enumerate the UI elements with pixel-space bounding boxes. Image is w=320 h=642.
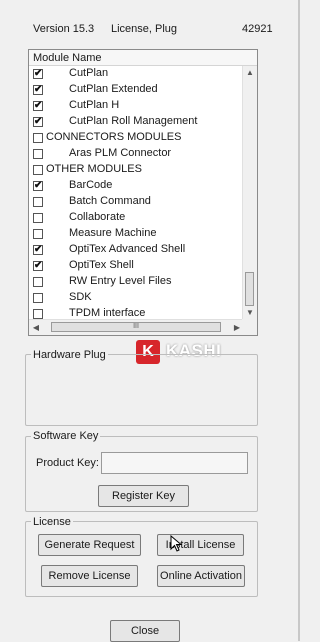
module-row[interactable]: OTHER MODULES <box>29 162 244 178</box>
horizontal-scroll-thumb[interactable]: III <box>51 322 221 332</box>
version-label: Version 15.3 <box>33 23 95 35</box>
module-checkbox[interactable]: ✔ <box>33 245 43 255</box>
module-label: BarCode <box>69 179 113 191</box>
scroll-up-icon[interactable]: ▲ <box>243 66 257 80</box>
module-row[interactable]: Aras PLM Connector <box>29 146 244 162</box>
module-label: CutPlan Roll Management <box>69 115 198 127</box>
checkmark-icon: ✔ <box>34 244 43 255</box>
register-key-button[interactable]: Register Key <box>98 485 189 507</box>
module-label: RW Entry Level Files <box>69 275 172 287</box>
product-key-label: Product Key: <box>36 457 99 469</box>
module-row[interactable]: ✔ BarCode <box>29 178 244 194</box>
module-row[interactable]: Batch Command <box>29 194 244 210</box>
hardware-plug-group <box>25 354 258 426</box>
module-row[interactable]: ✔ CutPlan Roll Management <box>29 114 244 130</box>
checkmark-icon: ✔ <box>34 260 43 271</box>
module-label: Batch Command <box>69 195 151 207</box>
module-row[interactable]: ✔ OptiTex Shell <box>29 258 244 274</box>
module-row[interactable]: ✔ CutPlan H <box>29 98 244 114</box>
generate-request-button[interactable]: Generate Request <box>38 534 141 556</box>
checkmark-icon: ✔ <box>34 116 43 127</box>
scroll-down-icon[interactable]: ▼ <box>243 306 257 320</box>
module-label: CutPlan H <box>69 99 120 111</box>
horizontal-scrollbar[interactable]: ◀ III ▶ <box>29 319 244 335</box>
module-label: OptiTex Advanced Shell <box>69 243 186 255</box>
module-row[interactable]: CONNECTORS MODULES <box>29 130 244 146</box>
module-checkbox[interactable] <box>33 165 43 175</box>
window-edge <box>298 0 300 641</box>
module-name-column-header[interactable]: Module Name <box>29 50 257 66</box>
module-label: SDK <box>69 291 92 303</box>
scrollbar-corner <box>242 319 257 335</box>
checkmark-icon: ✔ <box>34 180 43 191</box>
checkmark-icon: ✔ <box>34 68 43 79</box>
module-checkbox[interactable] <box>33 149 43 159</box>
module-row[interactable]: ✔ CutPlan <box>29 66 244 82</box>
module-checkbox[interactable] <box>33 277 43 287</box>
module-checkbox[interactable]: ✔ <box>33 117 43 127</box>
module-checkbox[interactable]: ✔ <box>33 181 43 191</box>
license-number-label: 42921 <box>242 23 273 35</box>
module-row[interactable]: ✔ CutPlan Extended <box>29 82 244 98</box>
module-checkbox[interactable] <box>33 309 43 319</box>
vertical-scroll-thumb[interactable] <box>245 272 254 306</box>
module-label: TPDM interface <box>69 307 146 319</box>
license-type-label: License, Plug <box>111 23 178 35</box>
module-checkbox[interactable] <box>33 197 43 207</box>
module-row[interactable]: TPDM interface <box>29 306 244 320</box>
scroll-left-icon[interactable]: ◀ <box>29 320 43 335</box>
module-checkbox[interactable]: ✔ <box>33 69 43 79</box>
module-label: CONNECTORS MODULES <box>46 131 182 143</box>
module-label: OTHER MODULES <box>46 163 142 175</box>
module-checkbox[interactable] <box>33 213 43 223</box>
module-rows: ✔ CutPlan ✔ CutPlan Extended ✔ CutPlan H ✔ CutP… <box>29 66 244 320</box>
module-label: OptiTex Shell <box>69 259 134 271</box>
module-row[interactable]: Measure Machine <box>29 226 244 242</box>
module-list[interactable]: Module Name ✔ CutPlan ✔ CutPlan Extended ✔ Cu… <box>28 49 258 336</box>
checkmark-icon: ✔ <box>34 100 43 111</box>
software-key-title: Software Key <box>31 430 101 442</box>
module-row[interactable]: Collaborate <box>29 210 244 226</box>
module-row[interactable]: SDK <box>29 290 244 306</box>
product-key-input[interactable] <box>101 452 248 474</box>
vertical-scrollbar[interactable]: ▲ ▼ <box>242 66 257 320</box>
hardware-plug-title: Hardware Plug <box>31 349 108 361</box>
module-label: CutPlan Extended <box>69 83 158 95</box>
module-checkbox[interactable] <box>33 293 43 303</box>
mouse-cursor-icon <box>170 535 183 552</box>
module-checkbox[interactable]: ✔ <box>33 85 43 95</box>
module-label: Aras PLM Connector <box>69 147 172 159</box>
module-row[interactable]: ✔ OptiTex Advanced Shell <box>29 242 244 258</box>
online-activation-button[interactable]: Online Activation <box>157 565 245 587</box>
remove-license-button[interactable]: Remove License <box>41 565 138 587</box>
close-button[interactable]: Close <box>110 620 180 642</box>
module-checkbox[interactable]: ✔ <box>33 101 43 111</box>
module-label: CutPlan <box>69 67 109 79</box>
module-checkbox[interactable]: ✔ <box>33 261 43 271</box>
module-row[interactable]: RW Entry Level Files <box>29 274 244 290</box>
module-checkbox[interactable] <box>33 229 43 239</box>
checkmark-icon: ✔ <box>34 84 43 95</box>
module-checkbox[interactable] <box>33 133 43 143</box>
module-label: Measure Machine <box>69 227 157 239</box>
license-title: License <box>31 516 73 528</box>
module-label: Collaborate <box>69 211 126 223</box>
